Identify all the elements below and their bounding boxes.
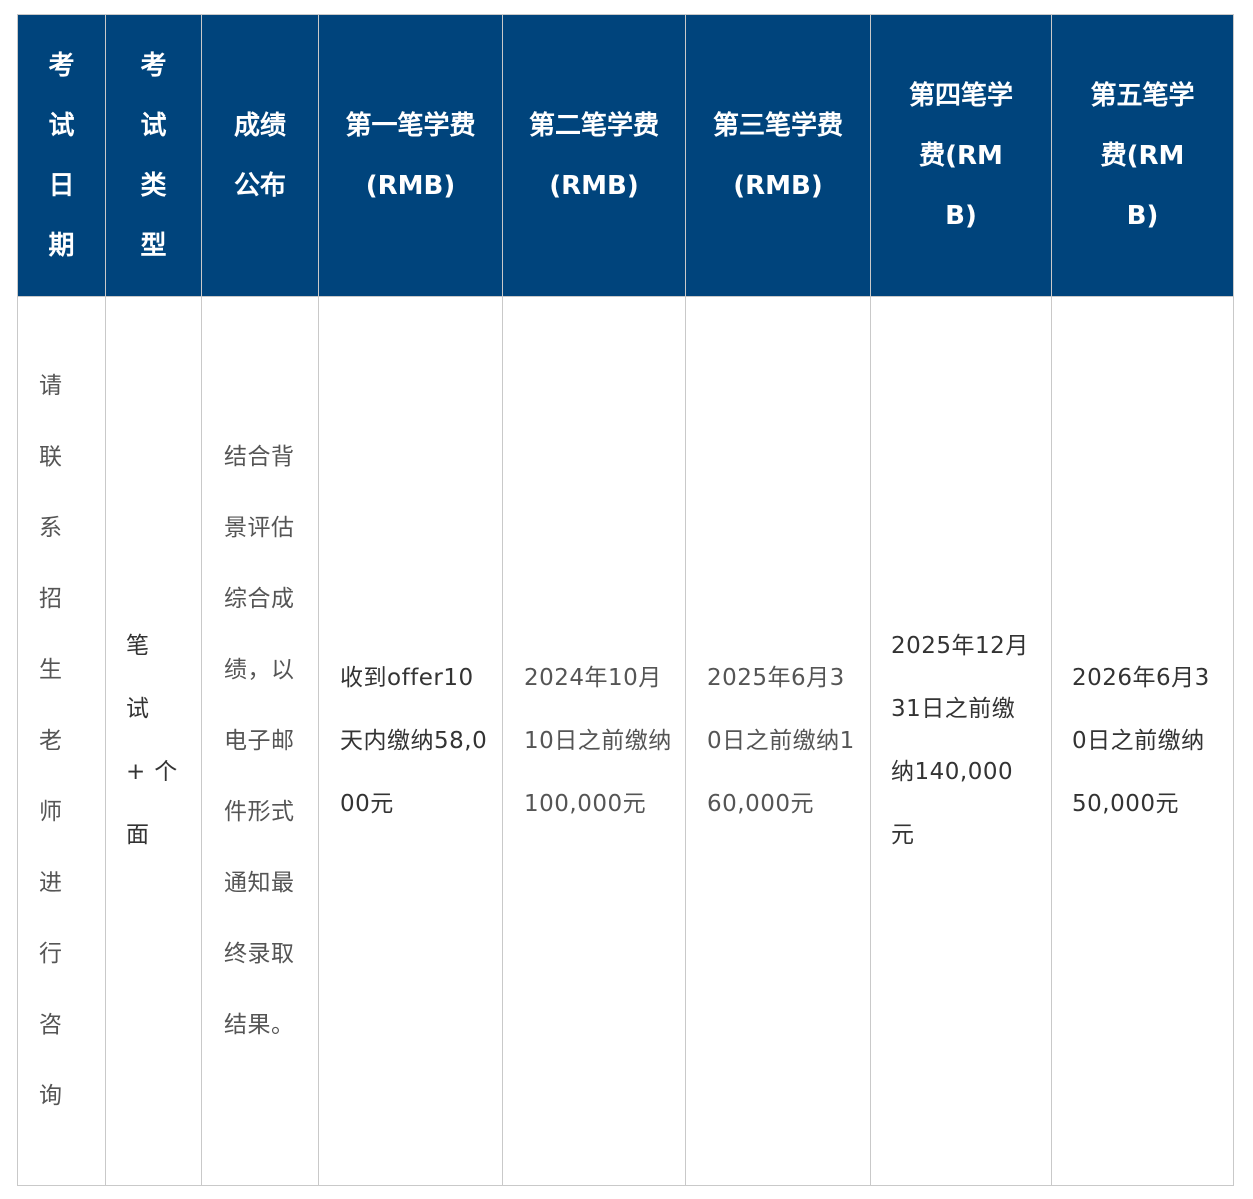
cell-fifth-payment: 2026年6月30日之前缴纳50,000元 [1051,296,1234,1186]
cell-second-payment: 2024年10月10日之前缴纳100,000元 [502,296,686,1186]
header-fifth-payment: 第五笔学费(RMB) [1051,14,1234,297]
header-third-payment: 第三笔学费(RMB) [685,14,871,297]
header-label: 第四笔学费(RMB) [908,80,1013,231]
header-label: 考试类型 [140,50,167,261]
header-label: 成绩公布 [233,110,286,201]
header-label: 考试日期 [48,50,75,261]
header-exam-date: 考试日期 [17,14,106,297]
cell-text: 请联系招生老师进行咨询 [39,372,63,1109]
table-row: 请联系招生老师进行咨询 笔试+个面 结合背景评估综合成绩，以电子邮件形式通知最终… [17,296,1234,1186]
header-label: 第三笔学费(RMB) [712,110,843,201]
header-label: 第二笔学费(RMB) [528,110,659,201]
cell-text: 2024年10月10日之前缴纳100,000元 [524,664,672,817]
cell-text: 结合背景评估综合成绩，以电子邮件形式通知最终录取结果。 [224,443,295,1038]
cell-text: 2025年6月30日之前缴纳160,000元 [707,664,855,817]
cell-text: 2026年6月30日之前缴纳50,000元 [1072,664,1210,817]
header-first-payment: 第一笔学费(RMB) [318,14,503,297]
table-header-row: 考试日期 考试类型 成绩公布 第一笔学费(RMB) 第二笔学费(RMB) 第三笔… [17,14,1234,297]
cell-exam-type: 笔试+个面 [105,296,202,1186]
header-label: 第一笔学费(RMB) [345,110,476,201]
cell-third-payment: 2025年6月30日之前缴纳160,000元 [685,296,871,1186]
cell-text: 笔试+个面 [126,633,187,848]
header-label: 第五笔学费(RMB) [1090,80,1195,231]
header-second-payment: 第二笔学费(RMB) [502,14,686,297]
cell-first-payment: 收到offer10天内缴纳58,000元 [318,296,503,1186]
header-exam-type: 考试类型 [105,14,202,297]
tuition-fee-table: 考试日期 考试类型 成绩公布 第一笔学费(RMB) 第二笔学费(RMB) 第三笔… [17,14,1234,1186]
header-score-release: 成绩公布 [201,14,319,297]
cell-fourth-payment: 2025年12月31日之前缴纳140,000元 [870,296,1052,1186]
cell-exam-date: 请联系招生老师进行咨询 [17,296,106,1186]
cell-text: 2025年12月31日之前缴纳140,000元 [891,633,1029,848]
header-fourth-payment: 第四笔学费(RMB) [870,14,1052,297]
cell-score-release: 结合背景评估综合成绩，以电子邮件形式通知最终录取结果。 [201,296,319,1186]
cell-text: 收到offer10天内缴纳58,000元 [340,664,488,817]
